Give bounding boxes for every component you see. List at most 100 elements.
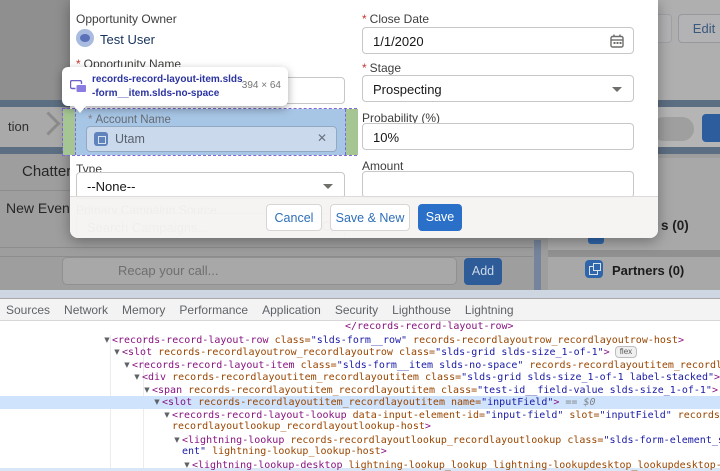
dom-token-tag: <lightning-lookup-desktop	[192, 460, 343, 471]
dom-token-attr: records-recordlayoutrow_recordlayoutrow-…	[407, 335, 678, 346]
devtools-tab-application[interactable]: Application	[262, 303, 321, 317]
clear-icon[interactable]: ✕	[317, 131, 327, 145]
dom-token-attr: class=	[269, 335, 311, 346]
expand-triangle-icon[interactable]: ▼	[172, 434, 182, 447]
partners-icon	[585, 260, 603, 278]
dom-token-attr: class=	[435, 385, 477, 396]
dom-token-attr: records-recordlayoutitem_recordlayoutite…	[523, 360, 720, 371]
devtools-tab-sources[interactable]: Sources	[6, 303, 50, 317]
dom-tree-row[interactable]: ▼<records-record-layout-row class="slds-…	[0, 334, 720, 347]
dom-token-val: ent"	[182, 446, 206, 457]
related-list-title[interactable]: s (0)	[661, 218, 689, 233]
probability-input[interactable]: 10%	[362, 123, 634, 150]
expand-triangle-icon[interactable]: ▼	[122, 359, 132, 372]
expand-triangle-icon[interactable]: ▼	[162, 409, 172, 422]
modal-footer: Cancel Save & New Save	[70, 196, 658, 238]
dom-token-tag: <records-record-layout-lookup	[172, 410, 347, 421]
dom-token-attr: records-recordlayoutitem_recordlayoutite…	[192, 397, 445, 408]
dom-token-attr: recordlayoutlookup_recordlayoutlookup-ho…	[172, 421, 425, 432]
path-stage-label[interactable]: tion	[8, 119, 29, 134]
dom-tree-row[interactable]: ▼<lightning-lookup-desktop lightning-loo…	[0, 459, 720, 471]
dom-tree: </records-record-layout-row>▼<records-re…	[0, 321, 720, 471]
scrollbar[interactable]	[534, 240, 541, 292]
recap-call-placeholder: Recap your call...	[118, 263, 218, 278]
dom-token-tag: <slot	[122, 347, 152, 358]
probability-value: 10%	[373, 130, 399, 145]
flex-badge[interactable]: flex	[615, 346, 637, 358]
type-select[interactable]: --None--	[76, 172, 345, 199]
dom-tree-row[interactable]: ▼<slot records-recordlayoutitem_recordla…	[0, 396, 720, 409]
path-stage-pill[interactable]	[652, 117, 694, 141]
dom-token-meta: == $0	[559, 397, 595, 408]
devtools-tab-performance[interactable]: Performance	[179, 303, 248, 317]
dom-token-tag: >	[678, 335, 684, 346]
page-bottom-strip	[0, 290, 720, 298]
stage-value: Prospecting	[373, 82, 442, 97]
save-and-new-button[interactable]: Save & New	[330, 204, 410, 231]
highlight-padding-right	[346, 109, 358, 155]
dom-tree-row[interactable]: ▼<div records-recordlayoutitem_recordlay…	[0, 371, 720, 384]
expand-triangle-icon[interactable]: ▼	[152, 396, 162, 409]
dom-tree-row[interactable]: recordlayoutlookup_recordlayoutlookup-ho…	[0, 421, 720, 434]
dom-token-tag: <span	[152, 385, 182, 396]
close-date-input[interactable]: 1/1/2020	[362, 27, 634, 54]
close-date-value: 1/1/2020	[373, 34, 424, 49]
partners-card-title[interactable]: Partners (0)	[612, 263, 684, 278]
stage-select[interactable]: Prospecting	[362, 75, 634, 102]
expand-triangle-icon[interactable]: ▼	[142, 384, 152, 397]
dom-token-val: "slds-form__item slds-no-space"	[337, 360, 524, 371]
tab-new-event[interactable]: New Event	[6, 200, 74, 216]
dom-token-tag: >	[604, 347, 610, 358]
dom-tree-row[interactable]: ▼<lightning-lookup records-recordlayoutl…	[0, 434, 720, 447]
devtools-tab-security[interactable]: Security	[335, 303, 378, 317]
dom-token-tag: <slot	[162, 397, 192, 408]
dom-token-attr: class=	[419, 372, 461, 383]
dom-token-val: "slds-grid slds-size_1-of-1 label-stacke…	[461, 372, 714, 383]
stage-label: Stage	[362, 61, 401, 75]
expand-triangle-icon[interactable]: ▼	[132, 371, 142, 384]
dom-tree-row[interactable]: ▼<slot records-recordlayoutrow_recordlay…	[0, 346, 720, 359]
close-date-label: Close Date	[362, 12, 429, 26]
tooltip-caret	[74, 106, 86, 113]
edit-button[interactable]: Edit	[678, 14, 720, 43]
expand-triangle-icon[interactable]: ▼	[102, 334, 112, 347]
dom-token-attr: lightning-lookup_lookup	[343, 460, 488, 471]
dom-token-attr: lightning-lookupdesktop_lookupdesktop-ho…	[487, 460, 720, 471]
dom-token-val: "inputField"	[600, 410, 672, 421]
expand-triangle-icon[interactable]: ▼	[182, 459, 192, 471]
dom-tree-row[interactable]: ▼<records-record-layout-lookup data-inpu…	[0, 409, 720, 422]
mark-complete-button[interactable]	[702, 114, 720, 142]
devtools-tab-lightning[interactable]: Lightning	[465, 303, 514, 317]
account-name-label: Account Name	[88, 114, 171, 126]
calendar-icon[interactable]	[610, 34, 624, 48]
dom-tree-row[interactable]: ▼<span records-recordlayoutitem_recordla…	[0, 384, 720, 397]
account-name-lookup[interactable]: Utam ✕	[86, 126, 337, 152]
dom-token-attr: class=	[393, 347, 435, 358]
dom-token-val: "slds-form-element_stacked sle	[603, 435, 720, 446]
expand-triangle-icon[interactable]: ▼	[112, 346, 122, 359]
dom-token-attr: slot=	[563, 410, 599, 421]
dom-token-tag: >	[712, 385, 718, 396]
dom-tree-row[interactable]: ▼<records-record-layout-item class="slds…	[0, 359, 720, 372]
add-button[interactable]: Add	[464, 258, 502, 285]
dom-tree-row[interactable]: ent" lightning-lookup_lookup-host>	[0, 446, 720, 459]
devtools-tab-lighthouse[interactable]: Lighthouse	[392, 303, 451, 317]
inspect-tooltip: records-record-layout-item.slds -form__i…	[62, 67, 288, 106]
tab-chatter[interactable]: Chatter	[22, 163, 71, 180]
dom-token-tag: >	[425, 421, 431, 432]
dom-token-tag: >	[381, 446, 387, 457]
devtools-tab-memory[interactable]: Memory	[122, 303, 165, 317]
dom-tree-row[interactable]: </records-record-layout-row>	[0, 321, 720, 334]
cancel-button[interactable]: Cancel	[266, 204, 322, 231]
save-button[interactable]: Save	[418, 204, 462, 231]
inspect-highlight: Account Name Utam ✕	[62, 108, 357, 156]
devtools-panel: Sources Network Memory Performance Applicati…	[0, 298, 720, 471]
divider	[0, 247, 533, 248]
dom-token-val: "input-field"	[485, 410, 563, 421]
dom-token-val: "slds-grid slds-size_1-of-1"	[435, 347, 604, 358]
dom-token-attr: records-recordlayoutrow_recordlayoutrow	[152, 347, 393, 358]
amount-input[interactable]	[362, 171, 634, 198]
highlight-content: Account Name Utam ✕	[75, 109, 346, 155]
dom-token-attr: records-recordlayoutitem_recordlayoutite…	[166, 372, 419, 383]
devtools-tab-network[interactable]: Network	[64, 303, 108, 317]
